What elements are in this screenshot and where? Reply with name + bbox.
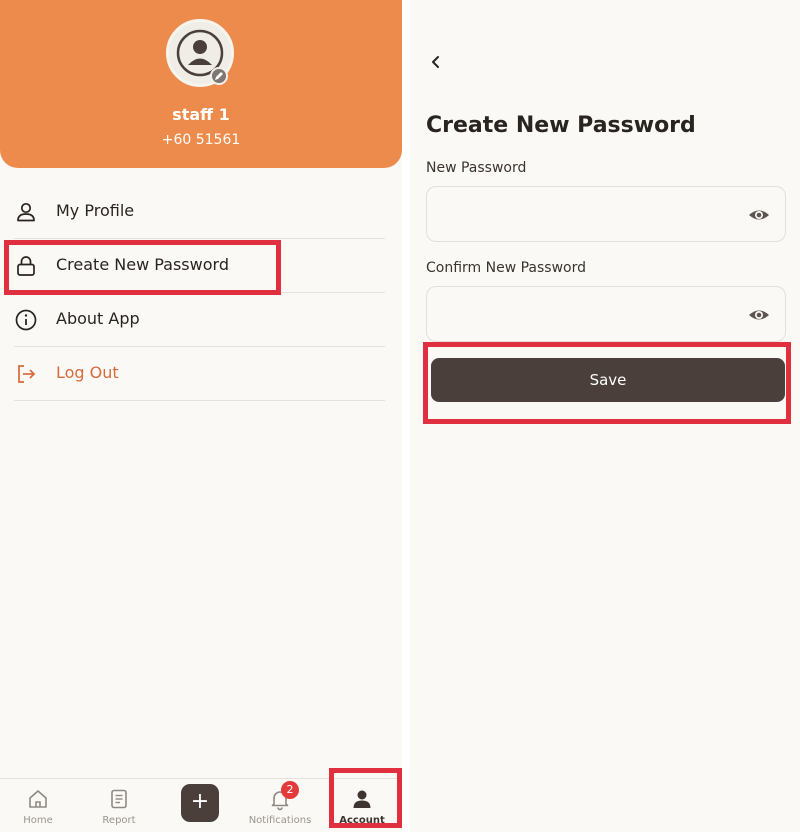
menu-item-my-profile[interactable]: My Profile (14, 185, 385, 239)
account-screen: staff 1 +60 51561 My Profile Create New … (0, 0, 402, 832)
add-button[interactable]: + (181, 784, 219, 822)
user-name: staff 1 (172, 105, 230, 124)
user-icon (17, 202, 35, 222)
nav-label: Report (102, 815, 136, 826)
confirm-password-label: Confirm New Password (426, 260, 587, 276)
confirm-password-input[interactable] (439, 301, 739, 329)
confirm-password-field-wrapper (426, 286, 786, 342)
profile-header: staff 1 +60 51561 (0, 0, 402, 168)
info-icon (15, 309, 37, 331)
plus-icon: + (190, 789, 210, 814)
nav-label: Notifications (248, 815, 312, 826)
new-password-field-wrapper (426, 186, 786, 242)
menu-item-label: Log Out (56, 363, 119, 382)
home-icon (29, 790, 47, 808)
menu-item-label: My Profile (56, 201, 135, 220)
menu-item-about-app[interactable]: About App (14, 293, 385, 347)
status-bar (410, 6, 800, 24)
report-icon (111, 789, 127, 809)
eye-icon[interactable] (747, 303, 771, 327)
eye-icon[interactable] (747, 203, 771, 227)
edit-avatar-button[interactable] (210, 67, 228, 85)
notification-badge: 2 (281, 781, 299, 799)
highlight-account-tab (329, 768, 402, 828)
nav-item-home[interactable]: Home (3, 779, 73, 832)
new-password-label: New Password (426, 160, 527, 176)
user-phone: +60 51561 (161, 132, 241, 148)
nav-label: Home (23, 815, 53, 826)
new-password-input[interactable] (439, 201, 739, 229)
page-title: Create New Password (426, 113, 696, 138)
highlight-save-button (423, 342, 791, 424)
menu-item-log-out[interactable]: Log Out (14, 347, 385, 401)
nav-item-report[interactable]: Report (84, 779, 154, 832)
back-icon[interactable] (426, 52, 446, 72)
pencil-icon (215, 72, 223, 80)
menu-item-label: About App (56, 309, 140, 328)
logout-icon (18, 365, 36, 383)
highlight-create-password (4, 240, 281, 295)
